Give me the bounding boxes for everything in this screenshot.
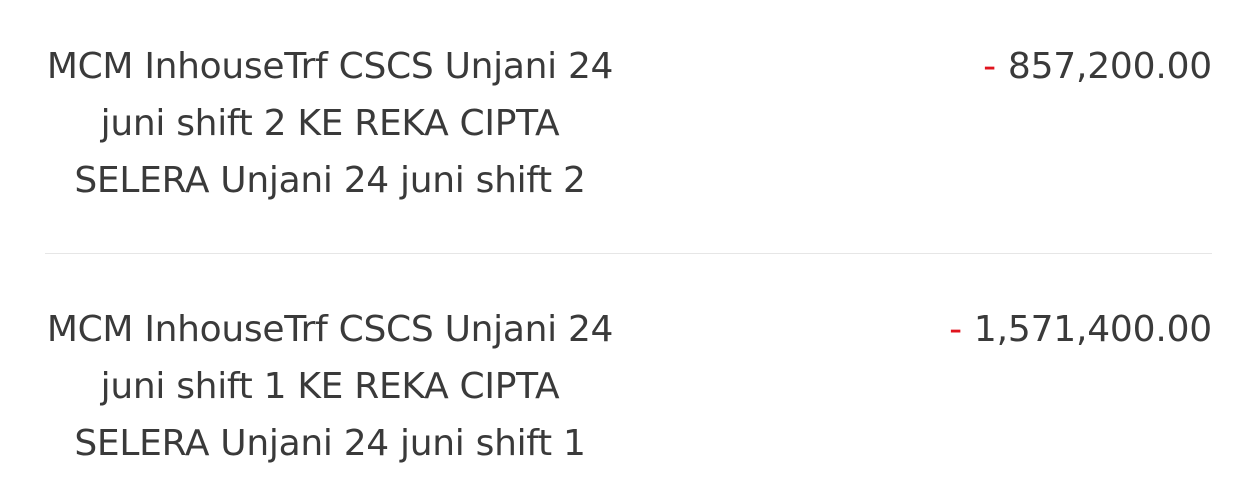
debit-sign: - <box>983 46 996 87</box>
amount-value: 857,200.00 <box>1007 46 1212 87</box>
transaction-item[interactable]: MCM InhouseTrf CSCS Unjani 24 juni shift… <box>45 38 1212 213</box>
debit-sign: - <box>949 309 962 350</box>
transaction-description: MCM InhouseTrf CSCS Unjani 24 juni shift… <box>46 309 614 464</box>
amount-value: 1,571,400.00 <box>973 309 1212 350</box>
transaction-list: MCM InhouseTrf CSCS Unjani 24 juni shift… <box>45 0 1212 504</box>
transaction-description: MCM InhouseTrf CSCS Unjani 24 juni shift… <box>46 46 614 201</box>
transaction-item[interactable]: MCM InhouseTrf CSCS Unjani 24 juni shift… <box>45 301 1212 476</box>
transaction-amount: -1,571,400.00 <box>949 301 1212 358</box>
list-divider <box>45 253 1212 254</box>
transaction-amount: -857,200.00 <box>983 38 1212 95</box>
